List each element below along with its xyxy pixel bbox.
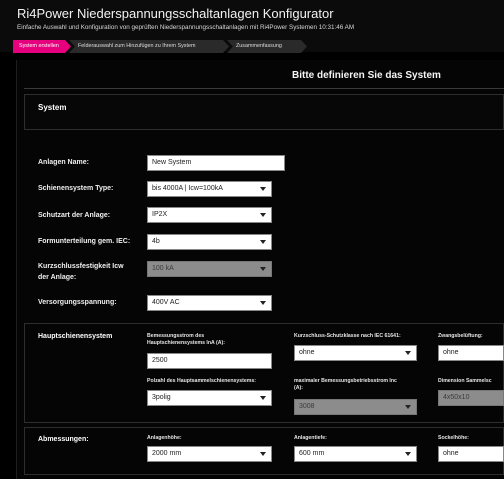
abmessungen-title: Abmessungen:: [38, 436, 89, 443]
formunterteilung-value: 4b: [152, 238, 160, 245]
app-title: Ri4Power Niederspannungsschaltanlagen Ko…: [17, 6, 334, 21]
max-betriebsstrom-label-2: (A):: [294, 385, 303, 391]
max-betriebsstrom-value: 3008: [299, 403, 315, 410]
formunterteilung-select[interactable]: 4b: [147, 234, 272, 250]
dimension-label: Dimension Sammelsc: [438, 378, 492, 384]
schienensystem-value: bis 4000A | Icw=100kA: [152, 185, 223, 192]
schutzart-value: IP2X: [152, 211, 168, 218]
chevron-down-icon: [260, 301, 266, 305]
versorgung-select[interactable]: 400V AC: [147, 295, 272, 311]
anlagenhoehe-value: 2000 mm: [152, 450, 182, 457]
anlagen-name-label: Anlagen Name:: [38, 159, 89, 166]
anlagenhoehe-label: Anlagenhöhe:: [147, 435, 182, 441]
bemessungsstrom-label-2: Hauptschienensystems InA (A):: [147, 340, 225, 346]
sockelhoehe-value: ohne: [443, 450, 459, 457]
chevron-down-icon: [260, 396, 266, 400]
kurzschlussklasse-select[interactable]: ohne: [294, 345, 417, 361]
chevron-down-icon: [260, 187, 266, 191]
chevron-down-icon: [260, 240, 266, 244]
versorgung-label: Versorgungsspannung:: [38, 299, 117, 306]
polzahl-label: Polzahl des Hauptsammelschienensystems:: [147, 378, 256, 384]
section-system-header: [24, 94, 504, 130]
bemessungsstrom-value: 2500: [152, 357, 168, 364]
schutzart-label: Schutzart der Anlage:: [38, 212, 111, 219]
anlagenhoehe-select[interactable]: 2000 mm: [147, 446, 272, 462]
hauptschienen-title: Hauptschienensystem: [38, 333, 113, 340]
anlagen-name-input[interactable]: New System: [147, 155, 285, 171]
anlagentiefe-label: Anlagentiefe:: [294, 435, 327, 441]
schienensystem-select[interactable]: bis 4000A | Icw=100kA: [147, 181, 272, 197]
chevron-down-icon: [405, 452, 411, 456]
step-zusammenfassung[interactable]: Zusammenfassung: [227, 40, 307, 53]
chevron-down-icon: [260, 267, 266, 271]
zwangsbeluftung-value: ohne: [443, 349, 459, 356]
polzahl-select[interactable]: 3polig: [147, 390, 272, 406]
kurzschluss-select: 100 kA: [147, 261, 272, 277]
formunterteilung-label: Formunterteilung gem. IEC:: [38, 238, 131, 245]
section-system-label: System: [38, 103, 67, 112]
schienensystem-label: Schienensystem Type:: [38, 185, 114, 192]
max-betriebsstrom-select: 3008: [294, 399, 417, 415]
schutzart-select[interactable]: IP2X: [147, 207, 272, 223]
zwangsbeluftung-label: Zwangsbelüftung:: [438, 333, 483, 339]
page-title: Bitte definieren Sie das System: [292, 70, 441, 81]
step-felderauswahl[interactable]: Felderauswahl zum Hinzufügen zu Ihrem Sy…: [69, 40, 229, 53]
kurzschluss-label-2: der Anlage:: [38, 274, 77, 281]
chevron-down-icon: [260, 213, 266, 217]
dimension-select: 4x50x10: [438, 390, 504, 406]
divider: [24, 88, 504, 89]
zwangsbeluftung-select[interactable]: ohne: [438, 345, 504, 361]
bemessungsstrom-label-1: Bemessungsstrom des: [147, 333, 205, 339]
chevron-down-icon: [260, 452, 266, 456]
wizard-steps: System erstellen Felderauswahl zum Hinzu…: [13, 40, 504, 53]
sockelhoehe-label: Sockelhöhe:: [438, 435, 469, 441]
max-betriebsstrom-label-1: maximaler Bemessungsbetriebsstrom Inc: [294, 378, 397, 384]
versorgung-value: 400V AC: [152, 299, 180, 306]
kurzschlussklasse-value: ohne: [299, 349, 315, 356]
step-system-erstellen[interactable]: System erstellen: [13, 40, 71, 53]
dimension-value: 4x50x10: [443, 394, 470, 401]
kurzschluss-value: 100 kA: [152, 265, 174, 272]
kurzschlussklasse-label: Kurzschluss-Schutzklasse nach IEC 61641:: [294, 333, 401, 339]
chevron-down-icon: [405, 405, 411, 409]
anlagentiefe-select[interactable]: 600 mm: [294, 446, 417, 462]
chevron-down-icon: [405, 351, 411, 355]
anlagentiefe-value: 600 mm: [299, 450, 325, 457]
polzahl-value: 3polig: [152, 394, 171, 401]
sockelhoehe-select[interactable]: ohne: [438, 446, 504, 462]
app-subtitle: Einfache Auswahl und Konfiguration von g…: [17, 24, 355, 31]
kurzschluss-label-1: Kurzschlussfestigkeit Icw: [38, 263, 124, 270]
bemessungsstrom-input[interactable]: 2500: [147, 353, 272, 369]
anlagen-name-value: New System: [152, 159, 192, 166]
